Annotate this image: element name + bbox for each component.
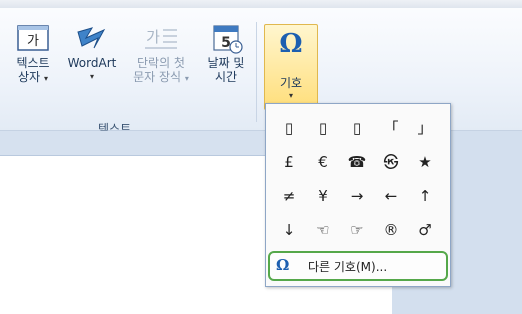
symbol-cell[interactable]: →	[341, 180, 373, 212]
date-time-button[interactable]: 5 날짜 및 시간	[198, 24, 254, 84]
window-top-strip	[0, 0, 522, 8]
symbol-cell[interactable]: ★	[409, 146, 441, 178]
symbol-cell[interactable]: ¥	[307, 180, 339, 212]
date-time-label: 날짜 및	[207, 56, 245, 70]
symbol-cell[interactable]: ↓	[273, 214, 305, 246]
symbol-cell[interactable]: ≠	[273, 180, 305, 212]
group-separator	[256, 22, 257, 122]
symbol-cell[interactable]: ▯	[307, 112, 339, 144]
wordart-button[interactable]: WordArt ▾	[64, 24, 120, 84]
symbol-cell[interactable]: ㉿	[375, 146, 407, 178]
drop-cap-label-2: 문자 장식 ▾	[133, 70, 189, 84]
symbol-cell[interactable]: €	[307, 146, 339, 178]
svg-text:가: 가	[27, 34, 39, 49]
drop-cap-icon: 가	[145, 28, 177, 49]
more-symbols-button[interactable]: Ω 다른 기호(M)...	[268, 251, 448, 281]
chevron-down-icon: ▾	[288, 91, 293, 100]
wordart-icon	[77, 27, 106, 49]
symbol-cell[interactable]: 「	[375, 112, 407, 144]
text-box-label-2: 상자 ▾	[18, 70, 48, 84]
date-time-label-2: 시간	[214, 70, 238, 84]
symbol-cell[interactable]: ®	[375, 214, 407, 246]
svg-text:5: 5	[221, 35, 231, 51]
symbol-label: 기호	[279, 76, 303, 90]
symbol-cell[interactable]: ▯	[341, 112, 373, 144]
omega-icon: Ω	[279, 29, 303, 59]
text-box-button[interactable]: 가 텍스트 상자 ▾	[4, 24, 62, 86]
drop-cap-label: 단락의 첫	[137, 56, 185, 70]
svg-text:가: 가	[146, 28, 160, 46]
calendar-icon: 5	[213, 25, 243, 54]
symbol-cell[interactable]: ↑	[409, 180, 441, 212]
symbol-cell[interactable]: ☎	[341, 146, 373, 178]
more-symbols-label: 다른 기호(M)...	[308, 260, 388, 274]
symbol-dropdown: ▯ ▯ ▯ 「 」 £ € ☎ ㉿ ★ ≠ ¥ → ← ↑ ↓ ☜ ☞ ® ♂ …	[265, 103, 451, 287]
symbol-cell[interactable]: ♂	[409, 214, 441, 246]
wordart-label: WordArt	[67, 56, 117, 70]
wordart-arrow: ▾	[89, 72, 94, 81]
symbol-cell[interactable]: ☜	[307, 214, 339, 246]
drop-cap-button[interactable]: 가 단락의 첫 문자 장식 ▾	[124, 24, 198, 86]
symbol-cell[interactable]: ☞	[341, 214, 373, 246]
symbol-cell[interactable]: £	[273, 146, 305, 178]
symbol-button[interactable]: Ω 기호 ▾	[264, 24, 318, 110]
omega-icon: Ω	[276, 256, 290, 274]
symbol-cell[interactable]: ▯	[273, 112, 305, 144]
symbol-cell[interactable]: 」	[409, 112, 441, 144]
symbol-cell[interactable]: ←	[375, 180, 407, 212]
text-box-icon: 가	[17, 25, 49, 51]
text-box-label: 텍스트	[16, 56, 50, 70]
